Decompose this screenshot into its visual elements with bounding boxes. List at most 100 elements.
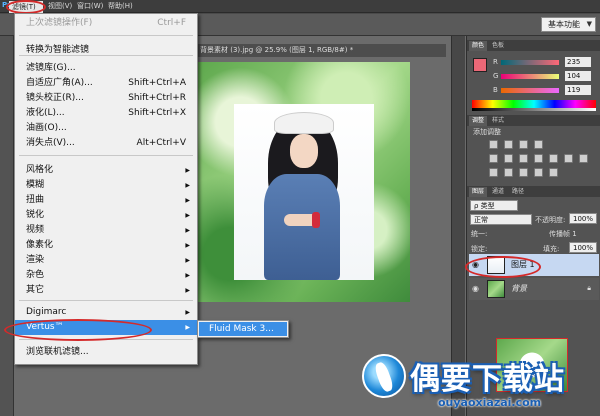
menu-help[interactable]: 帮助(H) <box>108 1 133 11</box>
menu-item-shortcut: Ctrl+F <box>157 18 186 28</box>
exposure-icon[interactable] <box>534 140 543 149</box>
menu-item-digimarc[interactable]: Digimarc ▶ <box>15 305 197 320</box>
menu-item-pixelate[interactable]: 像素化 ▶ <box>15 238 197 253</box>
submenu-arrow-icon: ▶ <box>185 272 190 279</box>
wristband <box>312 212 320 228</box>
blue-channel-slider[interactable]: B 119 <box>493 85 597 96</box>
green-label: G <box>493 72 499 80</box>
color-lookup-icon[interactable] <box>579 154 588 163</box>
tab-layers[interactable]: 图层 <box>469 187 488 197</box>
photo-filter-icon[interactable] <box>549 154 558 163</box>
color-balance-icon[interactable] <box>519 154 528 163</box>
black-white-icon[interactable] <box>534 154 543 163</box>
menu-item-label: 其它 <box>26 285 45 295</box>
menu-item-stylize[interactable]: 风格化 ▶ <box>15 163 197 178</box>
hue-saturation-icon[interactable] <box>504 154 513 163</box>
annotation-circle-filter-menu <box>6 0 46 14</box>
brightness-icon[interactable] <box>489 140 498 149</box>
layer-kind-filter[interactable]: ρ 类型 <box>470 200 518 211</box>
menu-bar: Ps 滤镜(T) 视图(V) 窗口(W) 帮助(H) <box>0 0 600 14</box>
tab-color[interactable]: 颜色 <box>469 41 488 51</box>
menu-item-other[interactable]: 其它 ▶ <box>15 283 197 298</box>
tools-panel <box>0 36 14 416</box>
red-channel-slider[interactable]: R 235 <box>493 57 597 68</box>
adjust-panel-tabs: 调整 样式 <box>467 115 600 126</box>
layer-name[interactable]: 背景 <box>511 283 527 294</box>
layers-panel-tabs: 图层 通道 路径 <box>467 186 600 197</box>
gradient-map-icon[interactable] <box>534 168 543 177</box>
invert-icon[interactable] <box>489 168 498 177</box>
channel-mixer-icon[interactable] <box>564 154 573 163</box>
submenu-arrow-icon: ▶ <box>185 242 190 249</box>
menu-item-liquify[interactable]: 液化(L)... Shift+Ctrl+X <box>15 106 197 121</box>
menu-item-last-filter[interactable]: 上次滤镜操作(F) Ctrl+F <box>15 16 197 31</box>
menu-separator <box>19 35 193 36</box>
propagate-frame-checkbox[interactable]: 传播帧 1 <box>549 229 577 239</box>
green-channel-slider[interactable]: G 104 <box>493 71 597 82</box>
menu-item-lens-correction[interactable]: 镜头校正(R)... Shift+Ctrl+R <box>15 91 197 106</box>
red-track[interactable] <box>501 60 559 65</box>
menu-item-filter-gallery[interactable]: 滤镜库(G)... <box>15 61 197 76</box>
menu-view[interactable]: 视图(V) <box>48 1 72 11</box>
foreground-color-swatch[interactable] <box>473 58 487 72</box>
menu-item-label: 杂色 <box>26 270 45 280</box>
unify-label: 统一: <box>471 230 488 238</box>
annotation-circle-vertus <box>4 319 152 341</box>
workspace-switcher[interactable]: 基本功能 ▼ <box>541 17 596 32</box>
color-spectrum-ramp[interactable] <box>472 100 596 108</box>
menu-item-label: 滤镜库(G)... <box>26 63 76 73</box>
menu-item-sharpen[interactable]: 锐化 ▶ <box>15 208 197 223</box>
tab-styles[interactable]: 样式 <box>489 116 507 126</box>
menu-window[interactable]: 窗口(W) <box>77 1 103 11</box>
submenu-arrow-icon: ▶ <box>185 227 190 234</box>
menu-item-label: 消失点(V)... <box>26 138 75 148</box>
canvas-background-image[interactable] <box>198 62 410 302</box>
threshold-icon[interactable] <box>519 168 528 177</box>
menu-item-label: 液化(L)... <box>26 108 65 118</box>
tab-adjustments[interactable]: 调整 <box>469 116 488 126</box>
watermark-title: 偶要下载站 <box>410 362 565 397</box>
layer-row-background[interactable]: ◉ 背景 🔒︎ <box>469 278 599 300</box>
submenu-arrow-icon: ▶ <box>185 257 190 264</box>
menu-item-label: Digimarc <box>26 307 67 317</box>
menu-item-blur[interactable]: 模糊 ▶ <box>15 178 197 193</box>
fill-input[interactable]: 100% <box>569 242 597 253</box>
lock-icon: 🔒︎ <box>587 284 591 292</box>
submenu-arrow-icon: ▶ <box>185 182 190 189</box>
document-tab[interactable]: 背景素材 (3).jpg @ 25.9% (图层 1, RGB/8#) * <box>196 44 446 57</box>
submenu-arrow-icon: ▶ <box>185 324 190 331</box>
menu-item-vanishing-point[interactable]: 消失点(V)... Alt+Ctrl+V <box>15 136 197 151</box>
eye-icon[interactable]: ◉ <box>472 284 479 293</box>
menu-item-video[interactable]: 视频 ▶ <box>15 223 197 238</box>
face <box>290 134 318 168</box>
menu-item-noise[interactable]: 杂色 ▶ <box>15 268 197 283</box>
curves-icon[interactable] <box>519 140 528 149</box>
menu-item-convert-smart-filter[interactable]: 转换为智能滤镜 <box>15 43 197 58</box>
red-value-input[interactable]: 235 <box>565 57 591 67</box>
menu-item-label: 浏览联机滤镜... <box>26 347 89 357</box>
tab-channels[interactable]: 通道 <box>489 187 507 197</box>
posterize-icon[interactable] <box>504 168 513 177</box>
green-value-input[interactable]: 104 <box>565 71 591 81</box>
grayscale-ramp[interactable] <box>472 108 596 111</box>
selective-color-icon[interactable] <box>549 168 558 177</box>
levels-icon[interactable] <box>504 140 513 149</box>
menu-item-distort[interactable]: 扭曲 ▶ <box>15 193 197 208</box>
menu-item-render[interactable]: 渲染 ▶ <box>15 253 197 268</box>
menu-item-fluid-mask[interactable]: Fluid Mask 3... <box>199 322 287 336</box>
menu-item-oil-paint[interactable]: 油画(O)... <box>15 121 197 136</box>
green-track[interactable] <box>501 74 559 79</box>
tab-paths[interactable]: 路径 <box>509 187 527 197</box>
menu-item-label: 锐化 <box>26 210 45 220</box>
menu-item-browse-filters-online[interactable]: 浏览联机滤镜... <box>15 345 197 360</box>
submenu-arrow-icon: ▶ <box>185 197 190 204</box>
annotation-circle-layer1 <box>465 256 541 278</box>
blue-track[interactable] <box>501 88 559 93</box>
blue-value-input[interactable]: 119 <box>565 85 591 95</box>
vibrance-icon[interactable] <box>489 154 498 163</box>
menu-item-adaptive-wide-angle[interactable]: 自适应广角(A)... Shift+Ctrl+A <box>15 76 197 91</box>
blend-mode-select[interactable]: 正常 <box>470 214 532 225</box>
opacity-input[interactable]: 100% <box>569 213 597 224</box>
menu-item-label: 渲染 <box>26 255 45 265</box>
tab-swatches[interactable]: 色板 <box>489 41 507 51</box>
